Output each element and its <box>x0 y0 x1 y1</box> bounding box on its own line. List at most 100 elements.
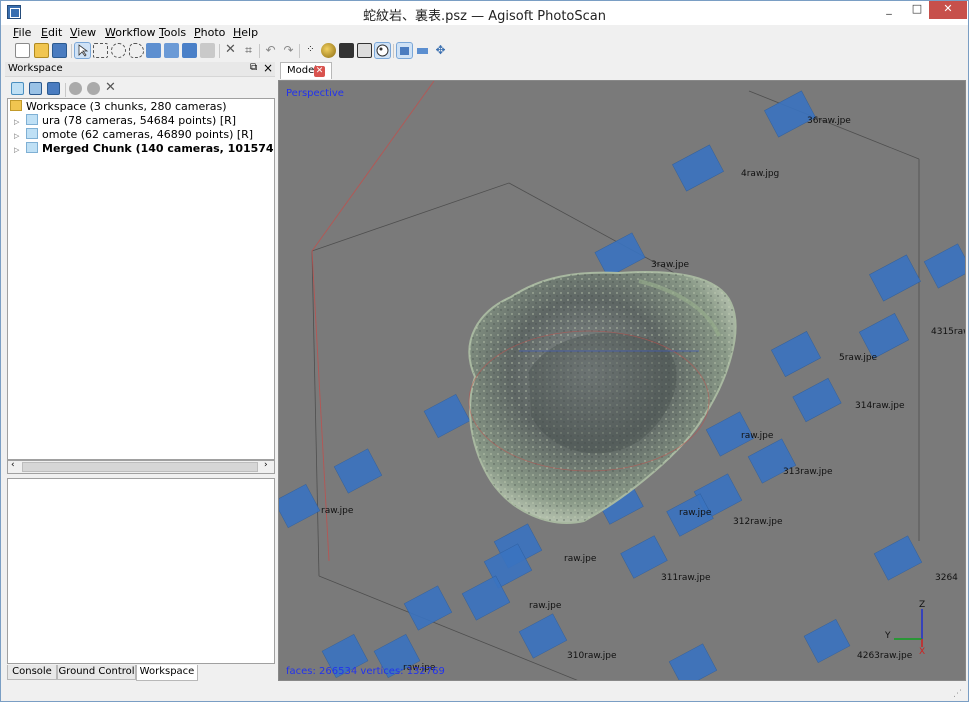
tree-root-label: Workspace (3 chunks, 280 cameras) <box>26 100 227 113</box>
camera-plane[interactable] <box>923 243 966 289</box>
camera-label: 310raw.jpe <box>567 651 617 661</box>
scroll-thumb[interactable] <box>22 462 258 472</box>
redo-icon[interactable]: ↷ <box>281 43 296 58</box>
camera-plane[interactable] <box>518 613 568 659</box>
menu-bar: File Edit View Workflow Tools Photo Help <box>1 25 968 41</box>
resize-region-icon[interactable] <box>146 43 161 58</box>
camera-plane[interactable] <box>668 643 718 681</box>
delete-icon[interactable]: ✕ <box>223 43 238 58</box>
camera-plane[interactable] <box>792 377 842 423</box>
add-markers-icon[interactable] <box>47 82 60 95</box>
menu-edit[interactable]: Edit <box>41 26 62 39</box>
crop-selection-icon[interactable]: ⌗ <box>241 43 256 58</box>
camera-plane[interactable] <box>803 618 851 664</box>
open-icon[interactable] <box>34 43 49 58</box>
camera-plane[interactable] <box>279 483 321 529</box>
camera-plane[interactable] <box>594 232 646 278</box>
region-icon[interactable] <box>415 43 430 58</box>
camera-plane[interactable] <box>333 448 383 494</box>
expand-arrow-icon[interactable]: ▷ <box>14 143 22 157</box>
camera-plane[interactable] <box>423 393 471 439</box>
camera-label: raw.jpe <box>321 506 354 516</box>
rotate-region-icon[interactable] <box>164 43 179 58</box>
camera-label: 311raw.jpe <box>661 573 711 583</box>
close-button[interactable]: ✕ <box>929 1 967 19</box>
minimize-button[interactable]: _ <box>875 1 903 19</box>
tab-ground-control[interactable]: Ground Control <box>57 665 136 680</box>
disable-icon[interactable] <box>87 82 100 95</box>
camera-label: 3264 <box>935 573 958 583</box>
navigation-icon[interactable] <box>74 42 91 59</box>
point-cloud-icon[interactable]: ⁘ <box>303 43 318 58</box>
tree-chunk-ura[interactable]: ▷ ura (78 cameras, 54684 points) [R] <box>14 114 236 128</box>
chunk-label: Merged Chunk (140 cameras, 101574 points… <box>42 142 274 155</box>
camera-label: 313raw.jpe <box>783 467 833 477</box>
textured-icon[interactable] <box>374 42 391 59</box>
menu-photo[interactable]: Photo <box>194 26 225 39</box>
rect-select-icon[interactable] <box>93 43 108 58</box>
camera-plane[interactable] <box>764 90 816 138</box>
camera-plane[interactable] <box>620 535 668 579</box>
camera-plane[interactable] <box>869 254 921 302</box>
camera-plane[interactable] <box>873 535 923 581</box>
menu-workflow[interactable]: Workflow <box>105 26 156 39</box>
add-chunk-icon[interactable] <box>11 82 24 95</box>
menu-help[interactable]: Help <box>233 26 258 39</box>
undo-icon[interactable]: ↶ <box>263 43 278 58</box>
workspace-tree: Workspace (3 chunks, 280 cameras) ▷ ura (… <box>7 98 275 460</box>
tab-model[interactable]: Model ✕ <box>280 62 332 79</box>
tab-console[interactable]: Console <box>7 665 57 680</box>
maximize-button[interactable]: □ <box>903 1 931 19</box>
save-icon[interactable] <box>52 43 67 58</box>
rotate-object-icon[interactable] <box>182 43 197 58</box>
free-select-icon[interactable] <box>129 43 144 58</box>
close-tab-icon[interactable]: ✕ <box>314 66 325 77</box>
remove-icon[interactable]: ✕ <box>105 80 120 95</box>
camera-plane[interactable] <box>672 144 724 192</box>
camera-label: 36raw.jpe <box>807 116 851 126</box>
chunk-icon <box>26 114 38 125</box>
viewport-scene: Z Y X 36raw.jpe 4raw.jpg 3raw.jpe 4315raw. 5… <box>279 81 966 681</box>
circle-select-icon[interactable] <box>111 43 126 58</box>
tree-chunk-merged[interactable]: ▷ Merged Chunk (140 cameras, 101574 point… <box>14 142 274 157</box>
chunk-icon <box>26 142 38 153</box>
menu-view[interactable]: View <box>70 26 96 39</box>
scroll-left-icon[interactable]: ‹ <box>11 460 15 470</box>
close-pane-icon[interactable]: × <box>263 61 273 75</box>
model-viewport[interactable]: Z Y X 36raw.jpe 4raw.jpg 3raw.jpe 4315raw. 5… <box>278 80 966 681</box>
scroll-right-icon[interactable]: › <box>264 460 268 470</box>
camera-label: raw.jpe <box>564 554 597 564</box>
cameras-icon[interactable] <box>396 42 413 59</box>
menu-tools[interactable]: Tools <box>159 26 186 39</box>
camera-plane[interactable] <box>770 331 822 377</box>
camera-label: 314raw.jpe <box>855 401 905 411</box>
expand-arrow-icon[interactable]: ▷ <box>14 129 22 143</box>
add-photos-icon[interactable] <box>29 82 42 95</box>
camera-label: 4raw.jpg <box>741 169 779 179</box>
properties-pane <box>7 478 275 664</box>
camera-plane[interactable] <box>403 585 453 631</box>
crop-icon[interactable] <box>200 43 215 58</box>
tree-root[interactable]: Workspace (3 chunks, 280 cameras) <box>10 100 227 114</box>
expand-arrow-icon[interactable]: ▷ <box>14 115 22 129</box>
tree-chunk-omote[interactable]: ▷ omote (62 cameras, 46890 points) [R] <box>14 128 253 142</box>
reset-view-icon[interactable]: ✥ <box>433 43 448 58</box>
workspace-toolbar: ✕ <box>5 79 275 99</box>
bottom-tab-bar: Console Ground Control Workspace <box>7 665 275 681</box>
shaded-icon[interactable] <box>339 43 354 58</box>
wireframe-icon[interactable] <box>357 43 372 58</box>
chunk-icon <box>26 128 38 139</box>
dense-cloud-icon[interactable] <box>321 43 336 58</box>
camera-label: 5raw.jpe <box>839 353 878 363</box>
folder-icon <box>10 100 22 111</box>
camera-label: raw.jpe <box>741 431 774 441</box>
float-pane-icon[interactable]: ⧉ <box>250 62 257 73</box>
resize-grip-icon[interactable]: ⋰ <box>953 689 962 699</box>
new-icon[interactable] <box>15 43 30 58</box>
horizontal-scrollbar[interactable]: ‹ › <box>7 460 275 474</box>
camera-plane[interactable] <box>858 313 910 359</box>
workspace-pane-title: Workspace <box>8 63 63 74</box>
menu-file[interactable]: File <box>13 26 31 39</box>
tab-workspace[interactable]: Workspace <box>136 665 198 681</box>
enable-icon[interactable] <box>69 82 82 95</box>
